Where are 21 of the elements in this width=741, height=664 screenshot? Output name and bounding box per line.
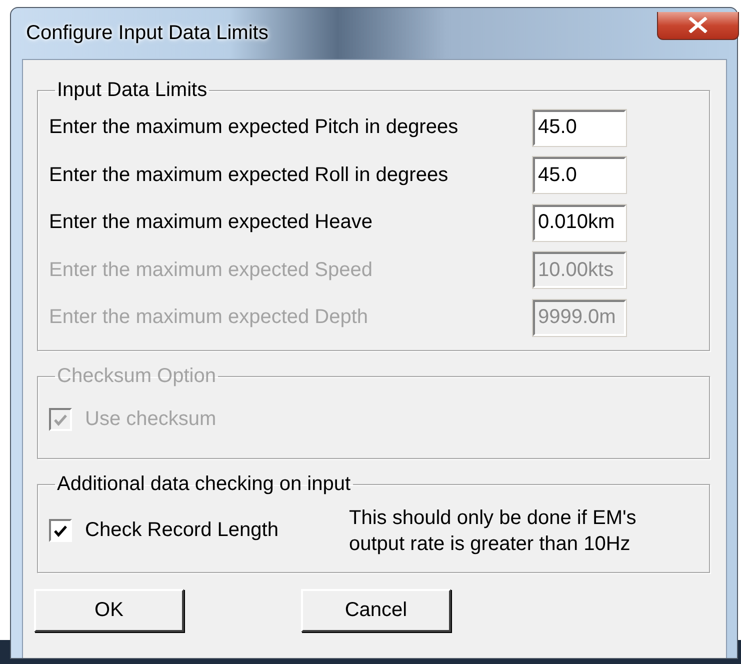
field-label: Enter the maximum expected Speed xyxy=(49,258,373,282)
check-icon xyxy=(54,524,67,536)
field-label: Enter the maximum expected Depth xyxy=(49,306,368,330)
group-title: Additional data checking on input xyxy=(56,472,352,496)
field-label: Enter the maximum expected Roll in degrees xyxy=(49,164,448,187)
checkbox[interactable] xyxy=(49,519,72,542)
window-title: Configure Input Data Limits xyxy=(26,22,268,45)
input-field[interactable]: 0.010km xyxy=(533,204,626,241)
field-label: Enter the maximum expected Heave xyxy=(49,211,372,234)
close-icon xyxy=(688,17,708,33)
input-field[interactable]: 45.0 xyxy=(533,110,626,146)
dialog-button[interactable]: Cancel xyxy=(301,588,451,632)
group-title: Input Data Limits xyxy=(56,79,208,102)
dialog-button[interactable]: OK xyxy=(34,588,184,632)
checkbox-label[interactable]: Check Record Length xyxy=(85,519,278,542)
check-icon xyxy=(54,414,67,426)
input-field[interactable]: 45.0 xyxy=(533,157,626,194)
field-label: Enter the maximum expected Pitch in degrees xyxy=(49,116,458,140)
close-button[interactable] xyxy=(657,12,739,40)
note-text: This should only be done if EM's output rate is greater than 10Hz xyxy=(349,506,638,556)
group-title: Checksum Option xyxy=(56,364,217,388)
